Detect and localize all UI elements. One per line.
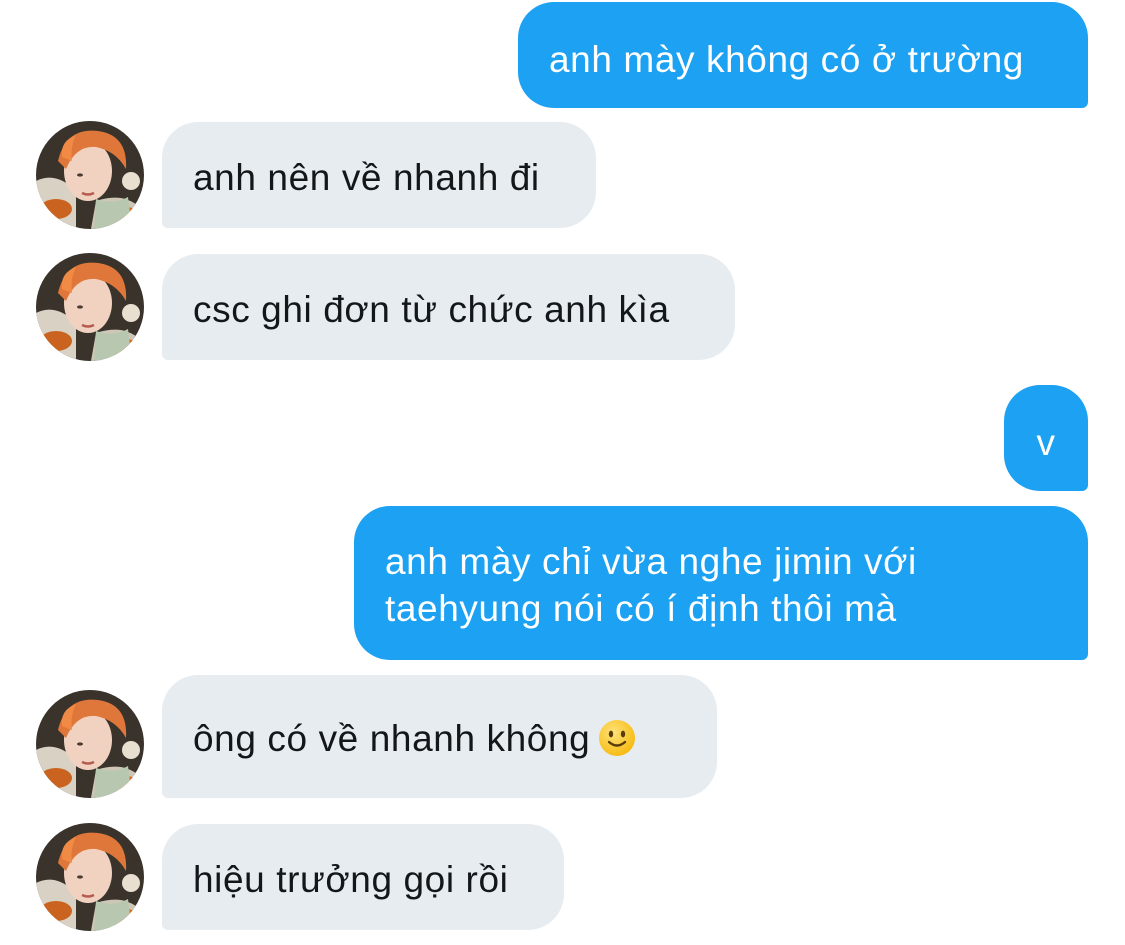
sent-message[interactable]: anh mày không có ở trường bbox=[518, 2, 1088, 108]
avatar[interactable] bbox=[36, 121, 144, 229]
sent-message[interactable]: v bbox=[1004, 385, 1088, 491]
message-text: hiệu trưởng gọi rồi bbox=[193, 859, 509, 900]
avatar[interactable] bbox=[36, 690, 144, 798]
message-text: ông có về nhanh không bbox=[193, 718, 591, 759]
sent-message[interactable]: anh mày chỉ vừa nghe jimin với taehyung … bbox=[354, 506, 1088, 660]
message-text: v bbox=[1036, 422, 1056, 463]
message-text-line: taehyung nói có í định thôi mà bbox=[385, 588, 897, 629]
avatar-photo bbox=[36, 823, 144, 931]
avatar[interactable] bbox=[36, 823, 144, 931]
received-message[interactable]: ông có về nhanh không bbox=[162, 675, 717, 798]
avatar-photo bbox=[36, 253, 144, 361]
received-message[interactable]: hiệu trưởng gọi rồi bbox=[162, 824, 564, 930]
avatar-photo bbox=[36, 121, 144, 229]
message-text: csc ghi đơn từ chức anh kìa bbox=[193, 289, 670, 330]
message-text: anh nên về nhanh đi bbox=[193, 157, 540, 198]
avatar[interactable] bbox=[36, 253, 144, 361]
message-text: anh mày không có ở trường bbox=[549, 39, 1024, 80]
chat-thread: anh mày không có ở trường anh nên về nha… bbox=[0, 0, 1125, 945]
received-message[interactable]: anh nên về nhanh đi bbox=[162, 122, 596, 228]
slightly-smiling-face-icon bbox=[598, 719, 636, 768]
message-text-line: anh mày chỉ vừa nghe jimin với bbox=[385, 541, 917, 582]
avatar-photo bbox=[36, 690, 144, 798]
received-message[interactable]: csc ghi đơn từ chức anh kìa bbox=[162, 254, 735, 360]
